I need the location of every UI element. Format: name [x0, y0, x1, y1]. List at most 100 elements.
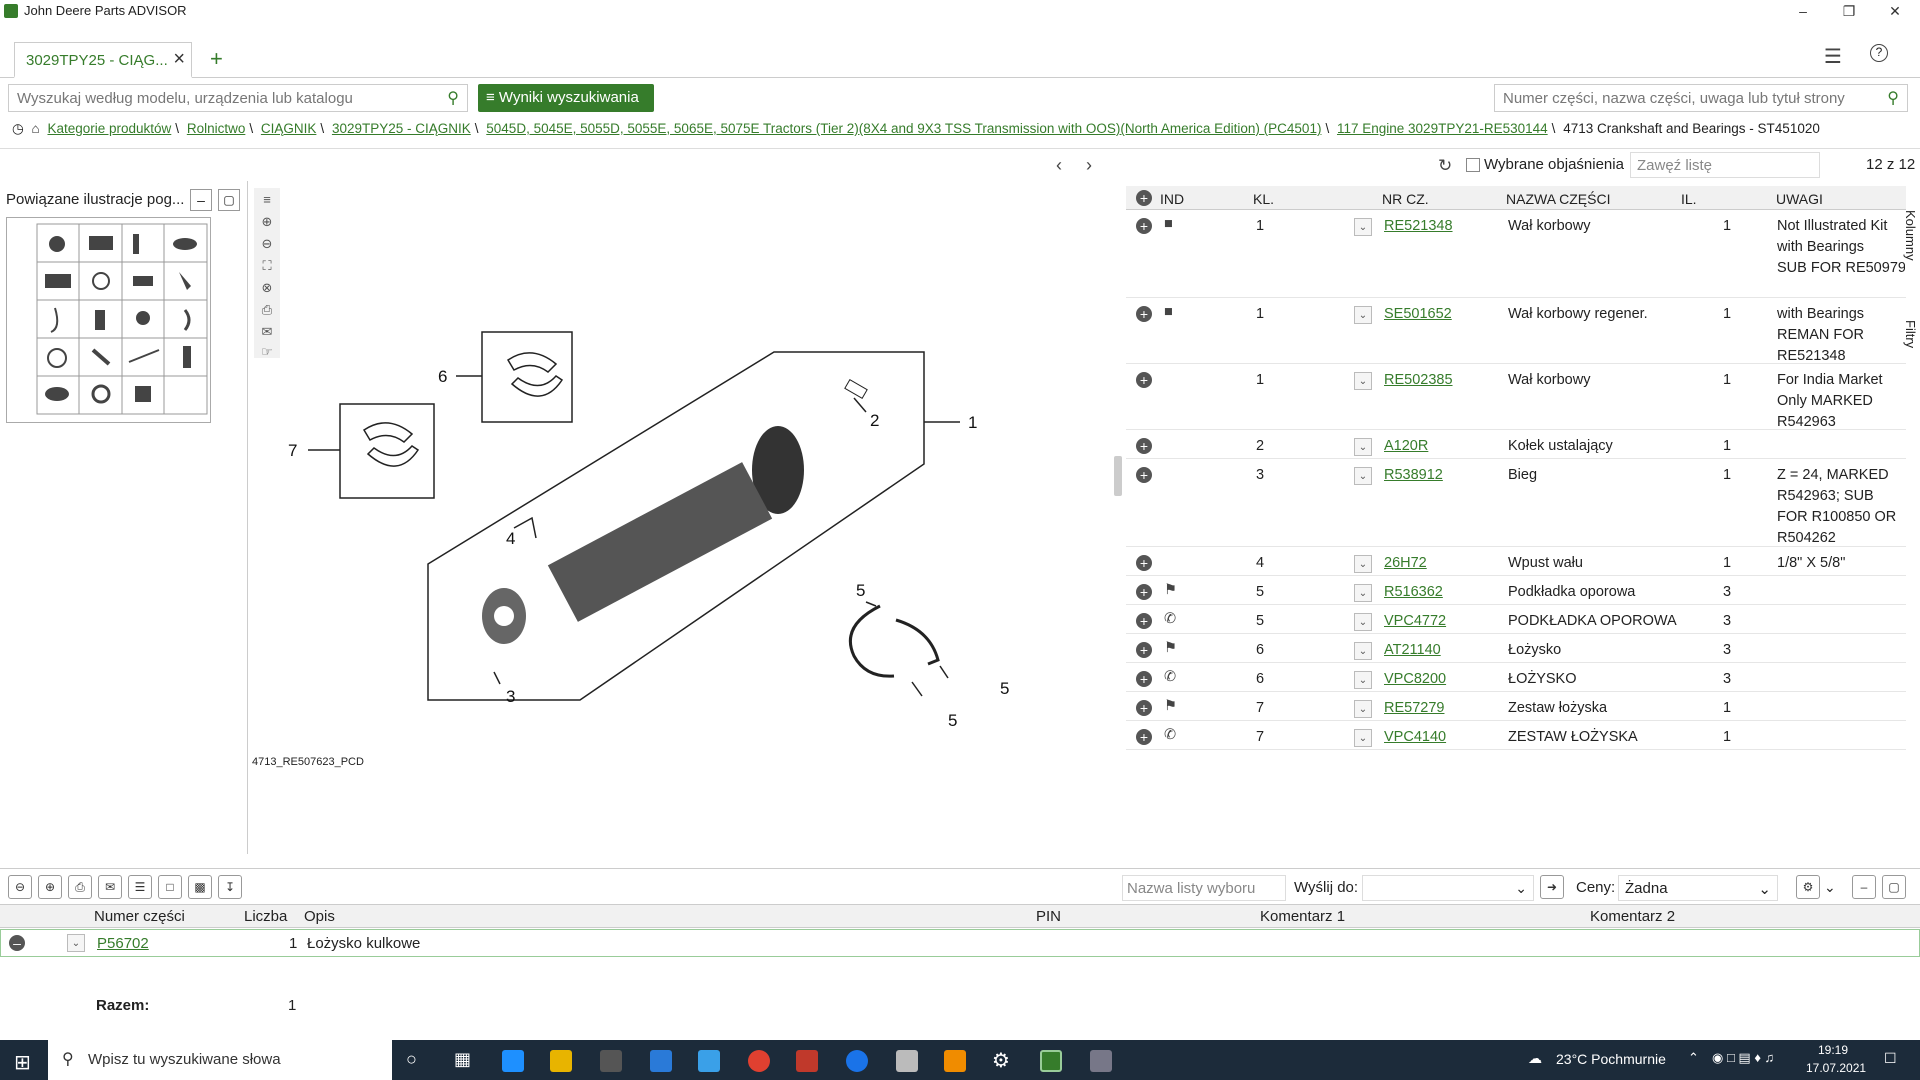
row-dropdown-icon[interactable]: ⌄ [1354, 584, 1372, 602]
add-to-list-icon[interactable]: + [1136, 467, 1152, 483]
table-row[interactable]: +1 ⌄ RE502385 Wał korbowy 1 For India Market O… [1126, 364, 1906, 430]
taskbar-search[interactable]: ⚲ Wpisz tu wyszukiwane słowa [48, 1040, 392, 1080]
add-to-list-icon[interactable]: + [1136, 642, 1152, 658]
table-row[interactable]: + ⚑ 6 ⌄ AT21140 Łożysko 3 [1126, 634, 1906, 663]
col-pin[interactable]: PIN [1036, 908, 1061, 925]
add-to-list-icon[interactable]: + [1136, 306, 1152, 322]
menu-lines-icon[interactable]: ≡ [259, 192, 275, 208]
breadcrumb-item-engine[interactable]: 117 Engine 3029TPY21-RE530144 [1337, 121, 1548, 136]
table-row[interactable]: +3 ⌄ R538912 Bieg 1 Z = 24, MARKED R542963; SU… [1126, 459, 1906, 547]
search-icon[interactable]: ⚲ [447, 88, 459, 108]
mail-icon[interactable] [650, 1050, 672, 1072]
filter-input[interactable]: Zawęź listę [1630, 152, 1820, 178]
col-comment2[interactable]: Komentarz 2 [1590, 908, 1675, 925]
settings-gear-icon[interactable]: ⚙ [992, 1048, 1010, 1073]
zoom-in-icon[interactable]: ⊕ [259, 214, 275, 230]
row-dropdown-icon[interactable]: ⌄ [1354, 218, 1372, 236]
explanations-checkbox[interactable] [1466, 158, 1480, 172]
part-number-link[interactable]: VPC4140 [1384, 727, 1446, 748]
notifications-icon[interactable]: ☐ [1884, 1050, 1897, 1067]
table-row[interactable]: + ■ 1 ⌄ RE521348 Wał korbowy 1 Not Illustrated … [1126, 210, 1906, 298]
row-dropdown-icon[interactable]: ⌄ [1354, 372, 1372, 390]
parts-search-icon[interactable]: ⚲ [1887, 88, 1899, 108]
edge-icon[interactable] [502, 1050, 524, 1072]
email-icon[interactable]: ✉ [259, 324, 275, 340]
row-dropdown-icon[interactable]: ⌄ [1354, 700, 1372, 718]
explorer-icon[interactable] [550, 1050, 572, 1072]
zoom-out-icon[interactable]: ⊖ [259, 236, 275, 252]
chevron-down-icon[interactable]: ⌄ [1824, 879, 1836, 896]
part-number-link[interactable]: RE521348 [1384, 216, 1453, 237]
row-dropdown-icon[interactable]: ⌄ [1354, 438, 1372, 456]
folder-icon[interactable]: □ [158, 875, 182, 899]
remove-icon[interactable]: ⊖ [8, 875, 32, 899]
row-dropdown-icon[interactable]: ⌄ [1354, 671, 1372, 689]
fit-screen-icon[interactable]: ⛶ [259, 258, 275, 274]
breadcrumb-item-model[interactable]: 3029TPY25 - CIĄGNIK [332, 121, 471, 136]
help-icon[interactable]: ? [1870, 44, 1888, 62]
maximize-bottom-button[interactable]: ▢ [1882, 875, 1906, 899]
cloud-app-icon[interactable] [698, 1050, 720, 1072]
table-row[interactable]: +4 ⌄ 26H72 Wpust wału 1 1/8" X 5/8" [1126, 547, 1906, 576]
table-row[interactable]: + ✆ 7 ⌄ VPC4140 ZESTAW ŁOŻYSKA 1 [1126, 721, 1906, 750]
email-list-icon[interactable]: ✉ [98, 875, 122, 899]
add-icon[interactable]: ⊕ [38, 875, 62, 899]
col-il[interactable]: IL. [1681, 189, 1697, 210]
col-part-number[interactable]: Numer części [94, 908, 185, 925]
pick-list-row[interactable]: – ⌄ P56702 1 Łożysko kulkowe [0, 929, 1920, 957]
add-to-list-icon[interactable]: + [1136, 555, 1152, 571]
add-to-list-icon[interactable]: + [1136, 218, 1152, 234]
add-to-list-icon[interactable]: + [1136, 372, 1152, 388]
add-to-list-icon[interactable]: + [1136, 613, 1152, 629]
breadcrumb-item-agriculture[interactable]: Rolnictwo [187, 121, 246, 136]
table-row[interactable]: +2 ⌄ A120R Kołek ustalający 1 [1126, 430, 1906, 459]
col-comment1[interactable]: Komentarz 1 [1260, 908, 1345, 925]
send-to-select[interactable]: ⌄ [1362, 875, 1534, 901]
close-window-button[interactable]: ✕ [1872, 0, 1918, 22]
minimize-button[interactable]: – [1780, 0, 1826, 22]
table-row[interactable]: + ✆ 6 ⌄ VPC8200 ŁOŻYSKO 3 [1126, 663, 1906, 692]
weather-icon[interactable]: ☁ [1528, 1050, 1542, 1067]
clipboard-icon[interactable]: ☰ [128, 875, 152, 899]
part-number-link[interactable]: VPC4772 [1384, 611, 1446, 632]
app-icon[interactable] [1090, 1050, 1112, 1072]
close-tab-icon[interactable]: × [173, 48, 185, 71]
refresh-icon[interactable]: ↻ [1438, 156, 1452, 176]
part-number-link[interactable]: 26H72 [1384, 553, 1427, 574]
prev-page-icon[interactable]: ‹ [1056, 155, 1062, 176]
col-description[interactable]: Opis [304, 908, 335, 925]
breadcrumb-item-categories[interactable]: Kategorie produktów [47, 121, 171, 136]
table-row[interactable]: + ⚑ 7 ⌄ RE57279 Zestaw łożyska 1 [1126, 692, 1906, 721]
part-number-link[interactable]: R538912 [1384, 465, 1443, 486]
clock-date[interactable]: 17.07.2021 [1806, 1061, 1866, 1075]
add-to-list-icon[interactable]: + [1136, 671, 1152, 687]
cortana-icon[interactable]: ○ [406, 1049, 417, 1070]
app-grid-icon[interactable] [796, 1050, 818, 1072]
print-list-icon[interactable]: ⎙ [68, 875, 92, 899]
remove-row-icon[interactable]: – [9, 935, 25, 951]
clock-time[interactable]: 19:19 [1818, 1043, 1848, 1057]
vlc-icon[interactable] [944, 1050, 966, 1072]
tray-chevron-icon[interactable]: ⌃ [1688, 1050, 1699, 1066]
col-ind[interactable]: IND [1160, 189, 1184, 210]
add-to-list-icon[interactable]: + [1136, 700, 1152, 716]
parts-diagram[interactable]: 1 2 3 4 5 5 5 6 7 [280, 300, 1020, 740]
settings-icon[interactable]: ⚙ [1796, 875, 1820, 899]
table-row[interactable]: + ■ 1 ⌄ SE501652 Wał korbowy regener. 1 with Be… [1126, 298, 1906, 364]
store-icon[interactable] [600, 1050, 622, 1072]
col-nr[interactable]: NR CZ. [1382, 189, 1429, 210]
splitter-handle[interactable] [1114, 456, 1122, 496]
part-number-link[interactable]: RE502385 [1384, 370, 1453, 391]
teamviewer-icon[interactable] [846, 1050, 868, 1072]
add-tab-button[interactable]: + [210, 46, 223, 72]
reset-icon[interactable]: ⊗ [259, 280, 275, 296]
task-view-icon[interactable]: ▦ [454, 1049, 471, 1070]
part-number-link[interactable]: AT21140 [1384, 640, 1441, 661]
catalog-search-input[interactable]: Wyszukaj według modelu, urządzenia lub k… [8, 84, 468, 112]
pick-list-part-link[interactable]: P56702 [97, 935, 149, 952]
chrome-icon[interactable] [748, 1050, 770, 1072]
add-all-icon[interactable]: + [1136, 190, 1152, 206]
row-dropdown-icon[interactable]: ⌄ [1354, 642, 1372, 660]
illustration-thumbnail[interactable] [6, 217, 211, 423]
export-icon[interactable]: ☞ [259, 344, 275, 360]
